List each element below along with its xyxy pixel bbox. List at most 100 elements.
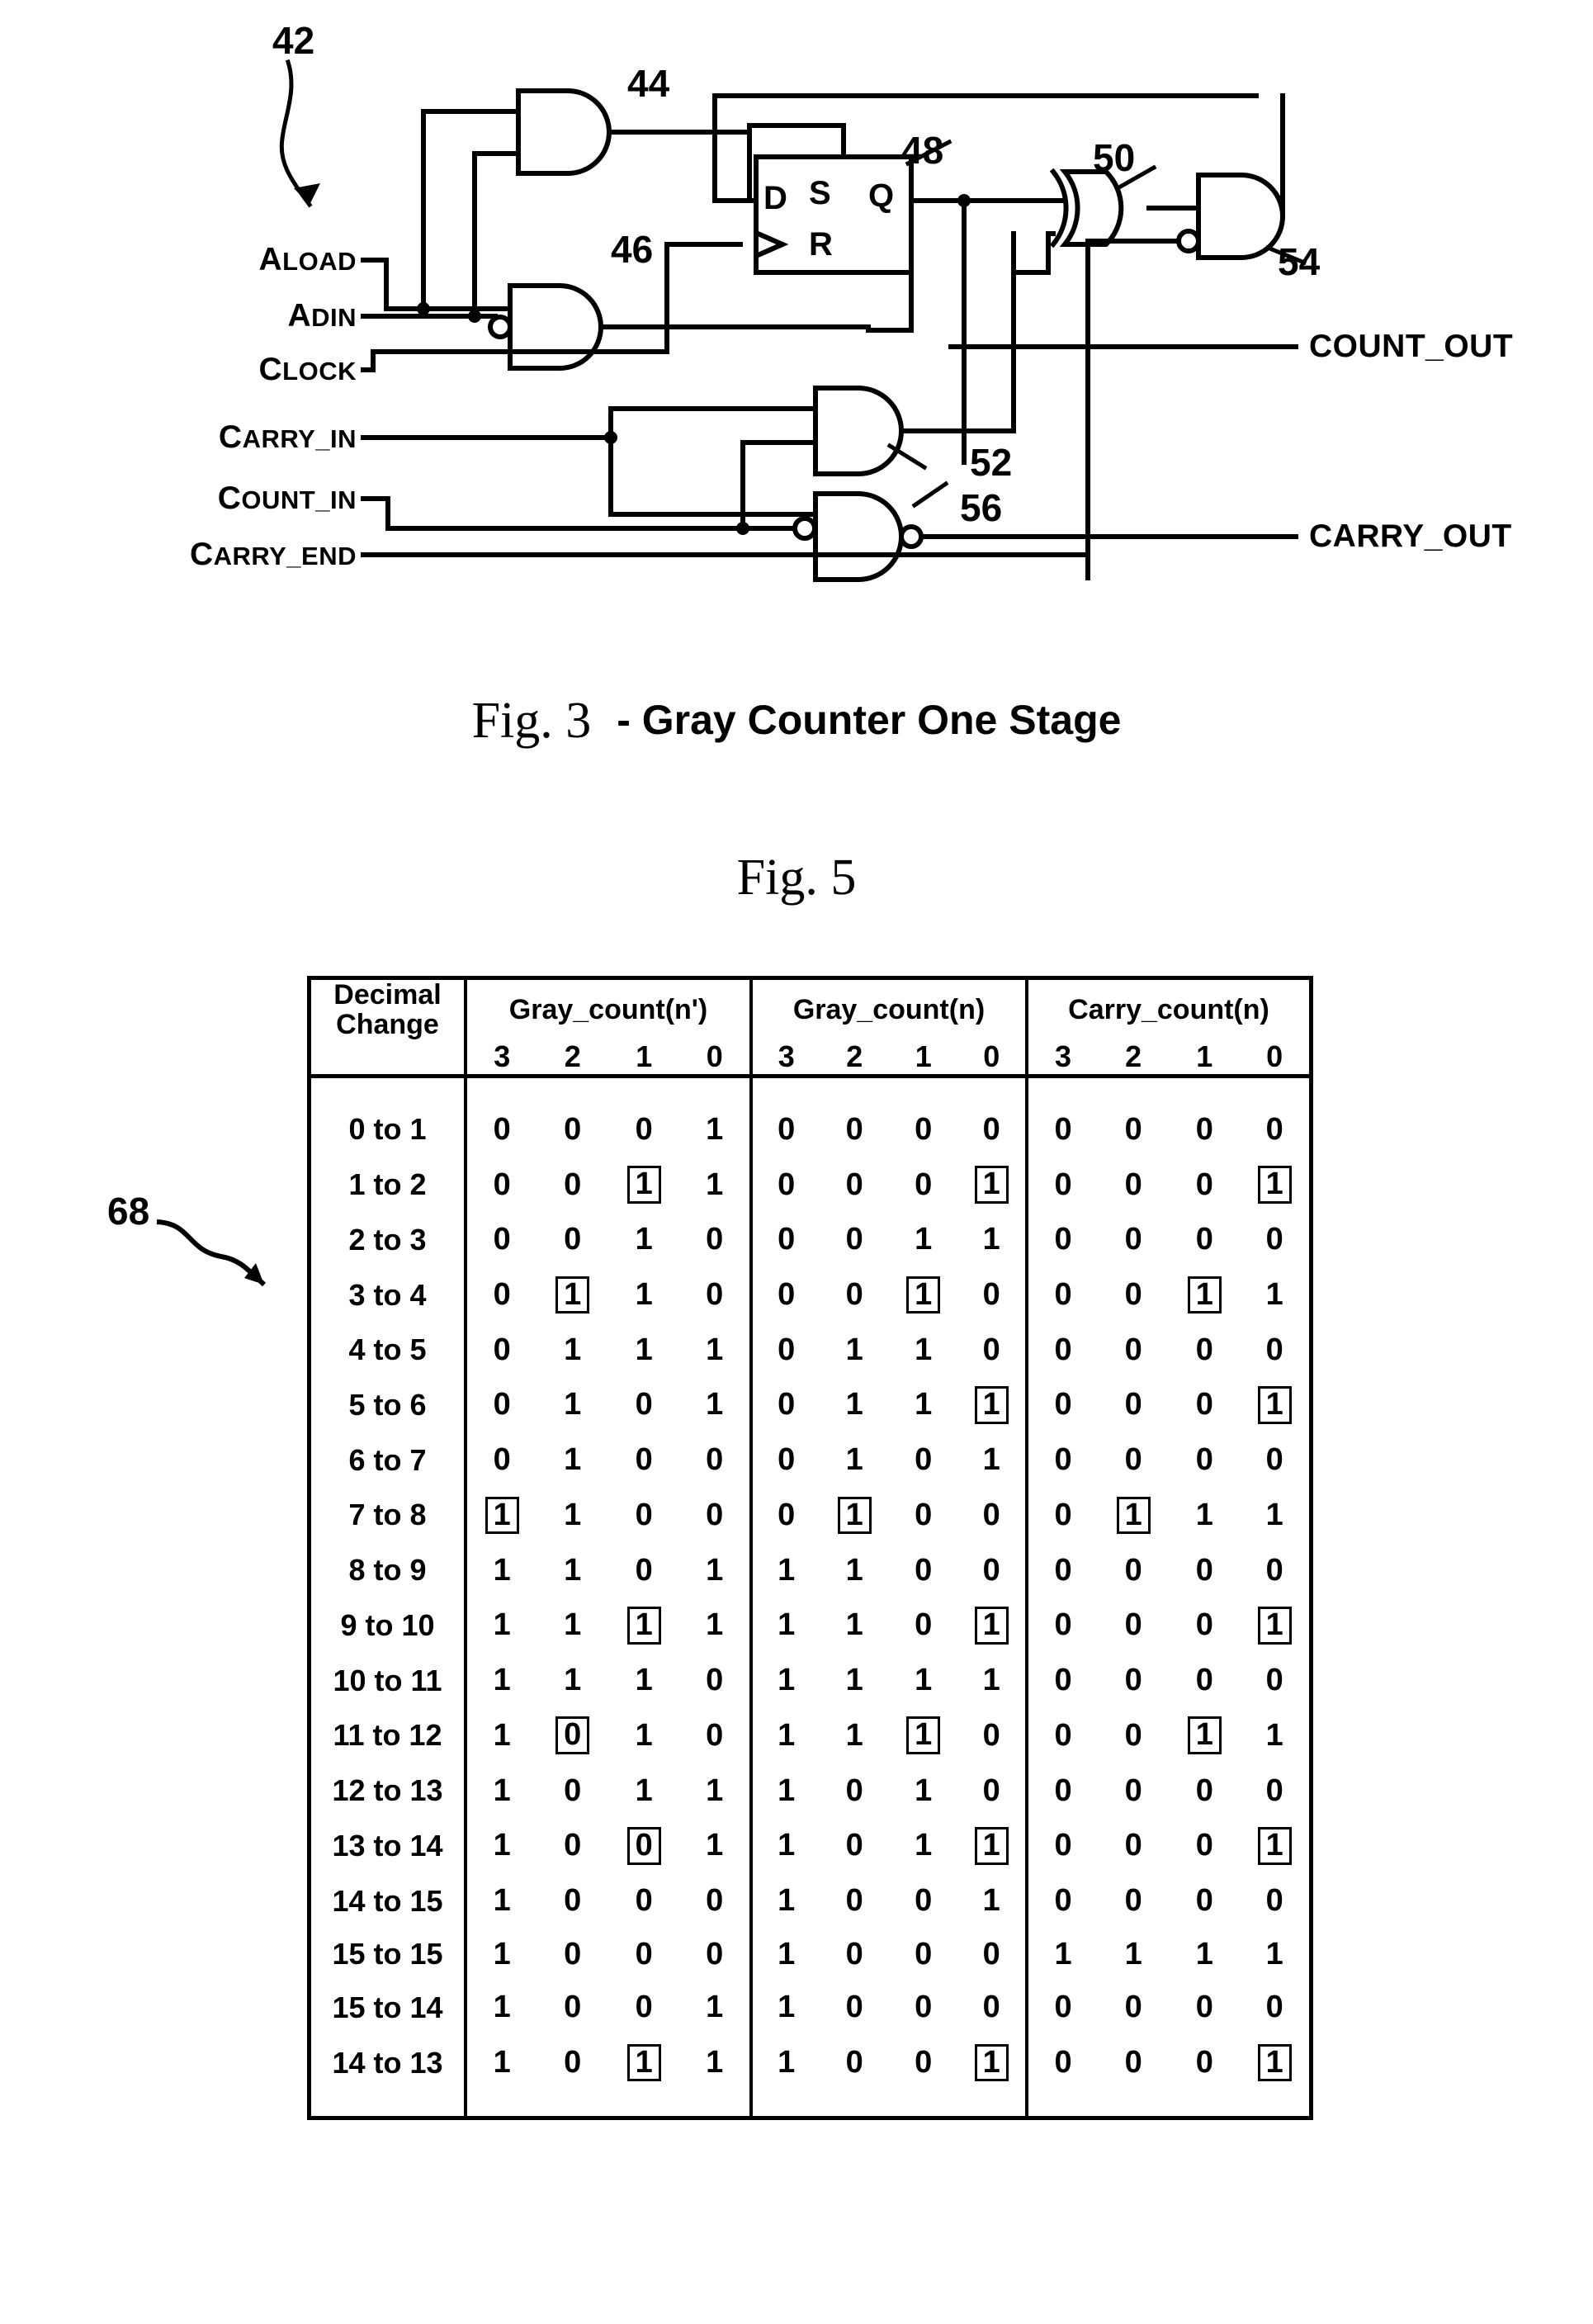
bit-cell-carry-count-n-1: 1 [1169,1707,1240,1764]
bit-cell-gray-count-n-1: 0 [915,1990,933,2025]
bit-cell-gray-count-n-prime-2: 0 [564,1222,582,1257]
bit-cell-carry-count-n-2: 0 [1124,1663,1142,1698]
bit-cell-gray-count-n-0: 0 [957,1266,1028,1323]
table-top-spacer [309,1076,1312,1103]
ref-numeral-68: 68 [107,1190,150,1233]
decimal-change-cell: 14 to 13 [309,2034,467,2091]
bit-cell-gray-count-n-prime-1: 1 [635,1222,653,1257]
bit-cell-gray-count-n-prime-0: 1 [679,2034,753,2091]
bit-cell-gray-count-n-prime-1: 1 [635,1332,653,1367]
bit-cell-gray-count-n-1: 0 [915,2045,933,2080]
bit-cell-gray-count-n-prime-3: 0 [493,1387,511,1422]
bit-cell-gray-count-n-prime-1: 1 [608,1157,680,1214]
inversion-bubble-46 [488,315,513,339]
bit-cell-gray-count-n-prime-0: 1 [679,1323,753,1377]
gray-counter-truth-table: Decimal Change Gray_count(n') Gray_count… [307,976,1313,2120]
table-row: 5 to 6010101110001 [309,1376,1312,1434]
bit-cell-gray-count-n-prime-3: 0 [493,1167,511,1202]
input-label-adin: ADIN [287,298,357,334]
bit-cell-gray-count-n-prime-2: 1 [564,1497,582,1532]
bit-header-n-0: 0 [957,1039,1028,1078]
bit-cell-carry-count-n-2: 0 [1124,1222,1142,1257]
bit-cell-carry-count-n-1: 0 [1195,1442,1213,1478]
bit-cell-gray-count-n-1: 0 [915,1936,933,1971]
bit-cell-gray-count-n-2: 1 [845,1332,863,1367]
bit-cell-carry-count-n-2: 0 [1124,1552,1142,1588]
output-label-count-out: COUNT_OUT [1309,329,1514,364]
bit-cell-gray-count-n-3: 0 [778,1442,796,1478]
inversion-bubble-56-in [792,516,817,541]
bit-cell-gray-count-n-0: 1 [957,1376,1028,1434]
bit-cell-carry-count-n-1: 0 [1195,1773,1213,1808]
bit-cell-carry-count-n-2: 0 [1124,1883,1142,1918]
bit-cell-gray-count-n-3: 0 [778,1167,796,1202]
bit-cell-gray-count-n-prime-3: 1 [493,1773,511,1808]
table-row: 14 to 13 1 0 1 1 1 0 0 1 0 0 0 1 [309,2034,1312,2091]
bit-cell-gray-count-n-prime-1: 1 [608,2034,680,2091]
bit-cell-carry-count-n-1: 0 [1195,1387,1213,1422]
ref-numeral-42: 42 [272,19,315,62]
table-body: 0 to 10001000000001 to 20011000100012 to… [309,1076,1312,2118]
bit-cell-carry-count-n-2: 0 [1124,2045,1142,2080]
bit-cell-gray-count-n-prime-1: 0 [635,1111,653,1147]
decimal-change-cell: 4 to 5 [309,1323,467,1377]
bit-cell-gray-count-n-1: 0 [915,1552,933,1588]
bit-cell-carry-count-n-0: 0 [1265,1990,1283,2025]
bit-cell-gray-count-n-prime-1: 1 [635,1717,653,1753]
decimal-change-cell: 9 to 10 [309,1597,467,1654]
table-row: 7 to 8110001000111 [309,1487,1312,1544]
bit-cell-carry-count-n-1: 0 [1195,1828,1213,1863]
ref-numeral-54: 54 [1278,240,1321,283]
bit-cell-carry-count-n-1: 1 [1195,1936,1213,1971]
bit-cell-carry-count-n-0: 1 [1265,1936,1283,1971]
ref-numeral-50: 50 [1093,136,1136,179]
bit-cell-carry-count-n-0: 1 [1240,1817,1311,1874]
highlighted-bit: 1 [626,2043,661,2082]
figure-3-caption: Fig. 3 - Gray Counter One Stage [0,692,1593,750]
bit-header-c-3: 3 [1027,1039,1099,1078]
highlighted-bit: 1 [1116,1496,1151,1535]
bit-cell-gray-count-n-prime-2: 1 [564,1332,582,1367]
decimal-change-cell: 12 to 13 [309,1763,467,1818]
bit-cell-gray-count-n-prime-2: 1 [564,1442,582,1478]
highlighted-bit: 1 [1187,1716,1222,1755]
decimal-change-cell: 0 to 1 [309,1103,467,1157]
bit-cell-gray-count-n-prime-2: 0 [564,2045,582,2080]
highlighted-bit: 1 [1257,1606,1292,1645]
bit-cell-carry-count-n-2: 0 [1124,1773,1142,1808]
bit-cell-carry-count-n-3: 0 [1054,1497,1072,1532]
highlighted-bit: 0 [555,1716,590,1755]
bit-cell-gray-count-n-prime-3: 1 [493,1936,511,1971]
bit-cell-gray-count-n-3: 1 [778,1828,796,1863]
decimal-change-cell: 11 to 12 [309,1706,467,1764]
bit-cell-gray-count-n-prime-1: 1 [635,1663,653,1698]
bit-cell-gray-count-n-2: 0 [845,1277,863,1312]
figure-3-caption-prefix: Fig. 3 [471,693,592,749]
output-label-carry-out: CARRY_OUT [1309,518,1512,554]
table-row: 8 to 9110111000000 [309,1543,1312,1597]
bit-cell-carry-count-n-1: 0 [1195,1990,1213,2025]
decimal-change-cell: 6 to 7 [309,1433,467,1488]
bit-cell-gray-count-n-2: 0 [845,1990,863,2025]
bit-cell-gray-count-n-prime-0: 1 [679,1543,753,1597]
bit-cell-carry-count-n-0: 0 [1265,1883,1283,1918]
clock-input-triangle [754,229,789,260]
bit-cell-gray-count-n-prime-1: 0 [635,1552,653,1588]
bit-cell-gray-count-n-prime-2: 0 [537,1707,609,1764]
bit-cell-gray-count-n-2: 1 [845,1607,863,1643]
col-header-carry-count-n: Carry_count(n) [1068,994,1269,1025]
bit-cell-gray-count-n-3: 0 [778,1277,796,1312]
highlighted-bit: 1 [1187,1276,1222,1314]
ref-numeral-44: 44 [627,62,670,105]
bit-cell-carry-count-n-2: 0 [1124,1277,1142,1312]
bit-cell-gray-count-n-0: 1 [957,1654,1028,1707]
bit-cell-gray-count-n-prime-0: 0 [679,1487,753,1544]
bit-cell-gray-count-n-1: 0 [915,1497,933,1532]
ref-numeral-52: 52 [970,441,1013,484]
bit-cell-gray-count-n-1: 1 [915,1773,933,1808]
bit-cell-carry-count-n-3: 0 [1054,1607,1072,1643]
bit-cell-gray-count-n-prime-2: 1 [564,1552,582,1588]
bit-cell-carry-count-n-3: 0 [1054,1442,1072,1478]
bit-cell-carry-count-n-0: 0 [1265,1222,1283,1257]
table-row: 9 to 10 1 1 1 1 1 1 0 1 0 0 0 1 [309,1597,1312,1654]
